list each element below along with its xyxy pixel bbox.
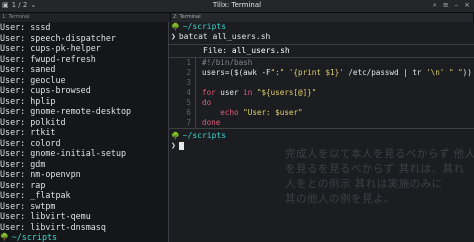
- right-pane-title-text: 2: Terminal: [173, 14, 201, 20]
- command-line: ❯ batcat all_users.sh: [169, 32, 474, 42]
- code-line: 4 for user in "${users[@]}": [169, 88, 474, 98]
- output-lines: User: sssd User: speech-dispatcher User: c…: [0, 22, 168, 232]
- output-line: User: _flatpak: [0, 190, 71, 200]
- leaf-icon: 🌳: [0, 233, 9, 241]
- search-icon[interactable]: ⌕: [433, 1, 437, 10]
- code-line: 1 #!/bin/bash: [169, 58, 474, 68]
- text-cursor: [178, 141, 184, 150]
- leaf-icon: 🌳: [171, 132, 180, 140]
- output-line: User: colord: [0, 137, 61, 148]
- right-terminal-pane[interactable]: 🌳 ~/scripts ❯ batcat all_users.sh File: a…: [169, 22, 474, 242]
- code-line: 3: [169, 78, 474, 88]
- code-block: 1 #!/bin/bash 2 users=($(awk -F":" '{print …: [169, 58, 474, 128]
- pane-title-row: 1: Terminal 2: Terminal: [0, 13, 474, 22]
- output-line: User: gnome-initial-setup: [0, 148, 127, 158]
- menu-icon[interactable]: ≡: [443, 1, 449, 10]
- output-line: User: rap: [0, 179, 46, 190]
- prompt-arrow-icon: ❯: [171, 141, 176, 150]
- minimize-icon[interactable]: –: [455, 1, 459, 10]
- output-line: User: libvirt-dnsmasq: [0, 221, 106, 232]
- output-line: User: cups-pk-helper: [0, 43, 101, 53]
- right-prompt-dir-2: ~/scripts: [182, 131, 227, 140]
- file-name: all_users.sh: [231, 46, 290, 55]
- output-line: User: saned: [0, 64, 56, 74]
- left-prompt-dir: ~/scripts: [11, 232, 58, 242]
- code-line: 7 done: [169, 118, 474, 128]
- line-number: 5: [169, 98, 196, 108]
- left-pane-title[interactable]: 1: Terminal: [0, 13, 171, 22]
- right-prompt-2: 🌳 ~/scripts: [169, 131, 474, 141]
- output-line: User: libvirt-qemu: [0, 211, 91, 221]
- code-line: 6 echo "User: $user": [169, 108, 474, 118]
- close-icon[interactable]: ×: [464, 1, 470, 10]
- output-line: User: speech-dispatcher: [0, 32, 116, 43]
- code-text: for user in "${users[@]}": [202, 88, 317, 97]
- line-number: 2: [169, 68, 196, 78]
- line-number: 3: [169, 78, 196, 88]
- overlay-line: を見るを見るべからず 其れは、其れ: [285, 163, 465, 175]
- output-line: User: geoclue: [0, 74, 66, 85]
- code-text: echo "User: $user": [220, 108, 303, 117]
- left-pane-title-text: 1: Terminal: [2, 14, 30, 20]
- terminal-window: ▣ 1 / 2 ⌄ Tilix: Terminal ⌕ ≡ – × 1: Ter…: [0, 0, 474, 242]
- file-label: File:: [203, 46, 228, 55]
- title-bar: ▣ 1 / 2 ⌄ Tilix: Terminal ⌕ ≡ – ×: [0, 0, 474, 13]
- code-line: 5 do: [169, 98, 474, 108]
- overlay-line: 完成人を以て本人を見るべからず 他人: [285, 148, 474, 160]
- left-terminal-pane[interactable]: User: sssd User: speech-dispatcher User: c…: [0, 22, 169, 242]
- right-pane-title[interactable]: 2: Terminal: [171, 13, 474, 22]
- window-controls: ⌕ ≡ – ×: [433, 1, 470, 10]
- right-prompt-dir: ~/scripts: [182, 22, 227, 31]
- line-number: 4: [169, 88, 196, 98]
- code-line: 2 users=($(awk -F":" '{print $1}' /etc/pa…: [169, 68, 474, 78]
- prompt-arrow-icon: ❯: [171, 32, 176, 41]
- bat-file-header: File: all_users.sh: [169, 45, 474, 57]
- code-text: users=($(awk -F":" '{print $1}' /etc/pas…: [202, 68, 472, 77]
- code-text: done: [202, 118, 221, 127]
- output-line: User: swtpm: [0, 200, 56, 211]
- output-line: User: fwupd-refresh: [0, 53, 96, 64]
- bat-bottom-rule: [169, 128, 474, 129]
- output-line: User: hplip: [0, 95, 56, 106]
- output-line: User: gnome-remote-desktop: [0, 106, 132, 116]
- window-title: Tilix: Terminal: [212, 1, 262, 9]
- output-line: User: cups-browsed: [0, 85, 91, 95]
- left-prompt[interactable]: 🌳 ~/scripts: [0, 232, 168, 242]
- line-number: 6: [169, 108, 196, 118]
- overlay-text: 完成人を以て本人を見るべからず 他人 を見るを見るべからず 其れは、其れ 人をとの例…: [285, 147, 474, 207]
- output-line: User: rtkit: [0, 127, 56, 137]
- code-text: #!/bin/bash: [202, 58, 253, 67]
- right-prompt: 🌳 ~/scripts: [169, 22, 474, 32]
- output-line: User: nm-openvpn: [0, 169, 81, 179]
- code-text: do: [202, 98, 212, 107]
- command-text: batcat all_users.sh: [178, 32, 271, 41]
- leaf-icon: 🌳: [171, 23, 180, 31]
- output-line: User: sssd: [0, 22, 51, 32]
- overlay-line: 人をとの例示 其れは実施のみに: [285, 178, 443, 190]
- output-line: User: gdm: [0, 158, 46, 169]
- output-line: User: polkitd: [0, 116, 66, 127]
- line-number: 7: [169, 118, 196, 128]
- line-number: 1: [169, 58, 196, 68]
- overlay-line: 其の他人の例を見よ。: [285, 193, 395, 205]
